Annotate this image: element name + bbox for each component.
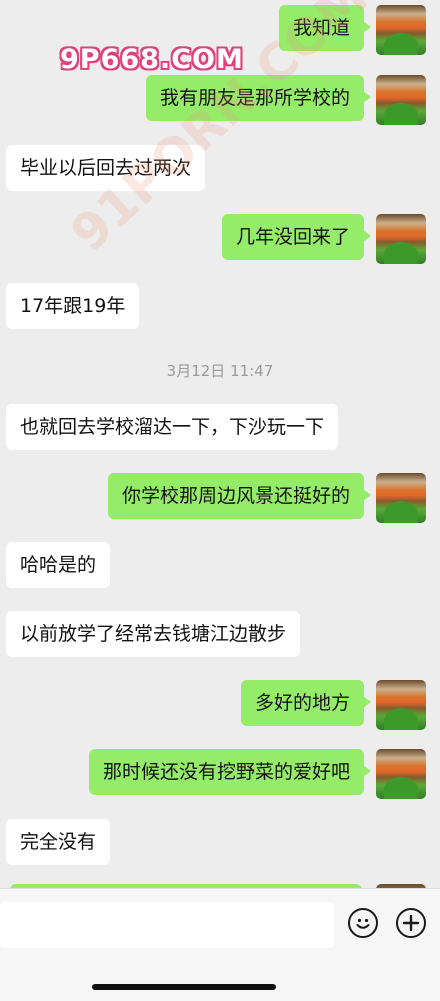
avatar[interactable] — [376, 473, 426, 523]
emoji-face-glyph — [356, 918, 370, 929]
message-bubble[interactable]: 你学校那周边风景还挺好的 — [107, 473, 372, 519]
message-bubble[interactable]: 几年没回来了 — [221, 214, 372, 260]
message-bubble[interactable]: 17年跟19年 — [6, 283, 140, 329]
message-bubble[interactable]: 哈哈是的 — [6, 542, 111, 588]
message-input[interactable] — [0, 902, 334, 948]
message-bubble[interactable]: 以前放学了经常去钱塘江边散步 — [6, 611, 301, 657]
message-bubble[interactable]: 完全没有 — [6, 819, 111, 865]
avatar[interactable] — [376, 75, 426, 125]
plus-circle-icon[interactable] — [396, 908, 426, 938]
avatar[interactable] — [376, 749, 426, 799]
emoji-icon[interactable] — [348, 908, 378, 938]
avatar[interactable] — [376, 5, 426, 55]
message-bubble[interactable]: 多好的地方 — [240, 680, 372, 726]
watermark-text: 9P668.COM — [60, 44, 244, 75]
message-bubble[interactable]: 也就回去学校溜达一下，下沙玩一下 — [6, 404, 339, 450]
avatar[interactable] — [376, 680, 426, 730]
message-timestamp: 3月12日 11:47 — [166, 362, 274, 380]
home-indicator — [92, 984, 276, 990]
plus-glyph — [402, 914, 420, 932]
message-bubble[interactable]: 那时候还没有挖野菜的爱好吧 — [88, 749, 372, 795]
avatar[interactable] — [376, 214, 426, 264]
